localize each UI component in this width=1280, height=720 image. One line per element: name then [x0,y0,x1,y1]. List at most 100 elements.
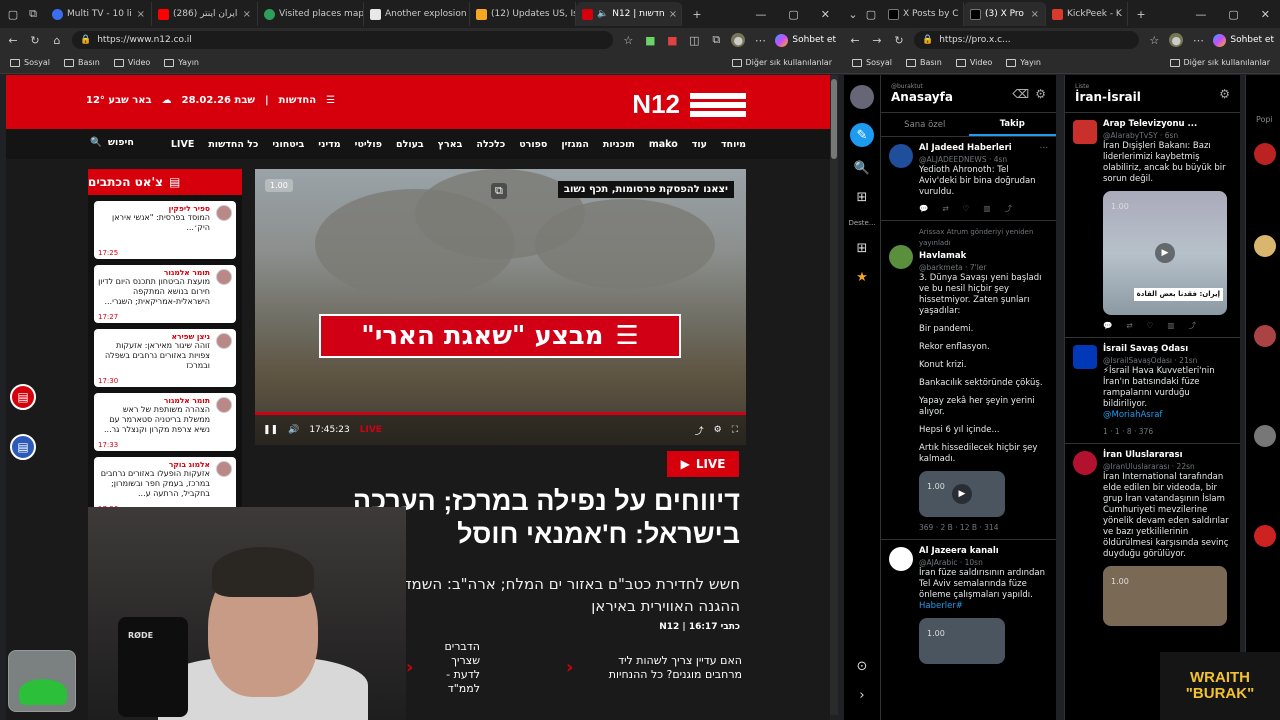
nav-item[interactable]: תוכניות [603,139,635,150]
tweet-video[interactable]: 1.00 ▶ إيران: فقدنا بعض القادة [1103,191,1227,315]
close-icon[interactable]: × [1031,9,1039,20]
split-view-icon[interactable]: ◫ [687,33,701,47]
tab-visited-places[interactable]: Visited places map× [258,2,364,26]
nav-item[interactable]: ביטחוני [272,139,304,150]
refresh-icon[interactable]: ↻ [28,33,42,47]
like-icon[interactable]: ♡ [1147,320,1154,331]
nav-item[interactable]: mako [649,139,678,150]
compose-icon[interactable]: ✎ [850,123,874,147]
bookmark-folder[interactable]: Video [113,58,150,67]
chat-message[interactable]: ניצן שפירא זוהה שיגור מאיראן: אזעקות צפוי… [94,329,236,387]
avatar[interactable]: ● [1169,33,1184,47]
search-button[interactable]: 🔍 חיפוש [90,137,134,148]
avatar[interactable] [850,85,874,109]
avatar[interactable] [1073,120,1097,144]
copilot-button[interactable]: Sohbet et [1213,33,1274,47]
avatar[interactable]: ● [731,33,746,47]
tweet[interactable]: Arissax Atrum gönderiyi yeniden yayınlad… [881,221,1056,540]
nav-item[interactable]: ספורט [519,139,547,150]
nav-item[interactable]: כלכלה [476,139,505,150]
avatar[interactable] [889,144,913,168]
tweet[interactable]: İran Uluslararası @IranUluslararası · 22… [1065,444,1240,632]
chat-message[interactable]: תומר אלמגור הצהרה משותפת של ראש ממשלת ברי… [94,393,236,451]
hashtag-link[interactable]: Haberler# [919,601,963,611]
close-icon[interactable]: × [243,9,251,20]
tab-list-icon[interactable]: ⌄ [846,7,860,21]
nav-item[interactable]: כל החדשות [208,139,258,150]
tab-x-pro[interactable]: (3) X Pro × [964,2,1046,26]
views-icon[interactable]: ▥ [983,203,990,214]
avatar[interactable] [1254,525,1276,547]
workspace-icon[interactable]: ▢ [6,7,20,21]
reply-icon[interactable]: 💬 [1103,320,1112,331]
avatar[interactable] [1254,325,1276,347]
volume-icon[interactable]: 🔊 [288,425,299,435]
maximize-icon[interactable]: ▢ [1228,8,1238,21]
refresh-icon[interactable]: ↻ [892,33,906,47]
avatar[interactable] [889,245,913,269]
favorite-star-icon[interactable]: ☆ [621,33,635,47]
tab-following[interactable]: Takip [968,113,1056,136]
tab-updates[interactable]: (12) Updates US, Isr× [470,2,576,26]
extension-icon[interactable]: ■ [643,33,657,47]
section-label[interactable]: החדשות [279,95,316,106]
copilot-button[interactable]: Sohbet et [775,33,836,47]
add-deck-icon[interactable]: ⊞ [857,241,868,256]
avatar[interactable] [1254,235,1276,257]
nav-item[interactable]: מדיני [318,139,340,150]
bookmark-folder[interactable]: Sosyal [852,58,892,67]
mention-link[interactable]: @MoriahAsraf [1103,410,1162,420]
nav-item[interactable]: עוד [692,139,707,150]
bookmark-folder[interactable]: Yayın [164,58,199,67]
settings-icon[interactable]: ⚙ [1035,87,1046,101]
more-icon[interactable]: ⊙ [857,659,868,674]
bookmark-folder[interactable]: Video [955,58,992,67]
back-icon[interactable]: ← [848,33,862,47]
n12-logo[interactable]: N12 [632,89,746,120]
settings-icon[interactable]: ⚙ [714,425,722,435]
tweet[interactable]: Al Jadeed Haberleri ⋯ @ALJADEEDNEWS · 4s… [881,137,1056,221]
avatar[interactable] [1073,451,1097,475]
page-scrollbar[interactable] [830,75,838,715]
tweet[interactable]: Arap Televizyonu ... @AlarabyTvSY · 6sn … [1065,113,1240,338]
menu-icon[interactable]: ⋯ [753,33,767,47]
nav-item[interactable]: בארץ [438,139,463,150]
address-bar[interactable]: 🔒 https://www.n12.co.il [72,31,614,49]
settings-icon[interactable]: ⚙ [1219,87,1230,101]
bookmark-folder[interactable]: Basın [906,58,942,67]
close-icon[interactable]: × [137,9,145,20]
nav-item[interactable]: המגזין [561,139,589,150]
minimize-icon[interactable]: — [755,8,766,21]
speaker-icon[interactable]: 🔈 [597,9,608,19]
tweet-video[interactable]: 1.00 ▶ [919,471,1005,517]
mark-read-icon[interactable]: ⌫ [1012,87,1029,101]
playback-speed-badge[interactable]: 1.00 [265,179,293,192]
share-icon[interactable]: ⤴ [1188,320,1196,331]
forward-icon[interactable]: → [870,33,884,47]
share-icon[interactable]: ⤴ [1004,203,1012,214]
video-live-tag[interactable]: LIVE [360,425,382,435]
related-link-2[interactable]: הדברים שצריך לדעת - לממ"ד ‹ [406,640,480,695]
expand-icon[interactable]: › [859,688,864,703]
like-icon[interactable]: ♡ [963,203,970,214]
views-icon[interactable]: ▥ [1167,320,1174,331]
close-icon[interactable]: × [1126,9,1127,20]
nav-item[interactable]: בעולם [396,139,424,150]
tweet-video[interactable]: 1.00 [1103,566,1227,626]
star-icon[interactable]: ★ [856,270,868,285]
tab-for-you[interactable]: Sana özel [881,113,969,136]
minimize-icon[interactable]: — [1195,8,1206,21]
home-icon[interactable]: ⌂ [50,33,64,47]
tab-x-posts[interactable]: X Posts by C× [882,2,964,26]
pip-icon[interactable]: ⧉ [491,183,507,199]
extension-icon[interactable]: ■ [665,33,679,47]
tab-kickpeek[interactable]: KickPeek - K× [1046,2,1128,26]
new-tab-icon[interactable]: + [1134,7,1148,21]
nav-item[interactable]: פוליטי [355,139,382,150]
chat-message[interactable]: תומר אלמגור מועצת הביטחון תתכנס היום לדיו… [94,265,236,323]
close-window-icon[interactable]: ✕ [1261,8,1270,21]
back-icon[interactable]: ← [6,33,20,47]
other-bookmarks[interactable]: Diğer sık kullanılanlar [731,58,832,67]
bookmark-folder[interactable]: Sosyal [10,58,50,67]
chat-float-button[interactable]: ▤ [10,384,36,410]
